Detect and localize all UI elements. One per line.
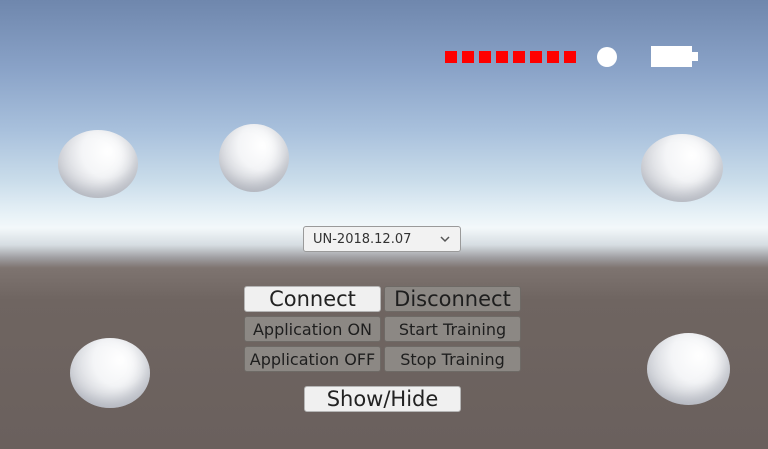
- chevron-down-icon: [440, 236, 450, 243]
- signal-bar: [564, 51, 576, 63]
- signal-bar: [530, 51, 542, 63]
- signal-bar: [547, 51, 559, 63]
- battery-body: [651, 46, 692, 67]
- signal-bar: [513, 51, 525, 63]
- 3d-scene-viewport: UN-2018.12.07 Connect Disconnect Applica…: [0, 0, 768, 449]
- battery-tip: [692, 52, 698, 61]
- status-dot-icon: [597, 47, 617, 67]
- application-on-button[interactable]: Application ON: [244, 316, 381, 342]
- disconnect-button[interactable]: Disconnect: [384, 286, 521, 312]
- stop-training-button[interactable]: Stop Training: [384, 346, 521, 372]
- signal-bar: [496, 51, 508, 63]
- sphere-top-right: [641, 134, 723, 202]
- sphere-top-left: [58, 130, 138, 198]
- device-dropdown[interactable]: UN-2018.12.07: [303, 226, 461, 252]
- sphere-top-mid-left: [219, 124, 289, 192]
- sphere-bottom-right: [647, 333, 730, 405]
- signal-bar: [479, 51, 491, 63]
- start-training-button[interactable]: Start Training: [384, 316, 521, 342]
- connect-button[interactable]: Connect: [244, 286, 381, 312]
- sphere-bottom-left: [70, 338, 150, 408]
- application-off-button[interactable]: Application OFF: [244, 346, 381, 372]
- signal-bar: [445, 51, 457, 63]
- signal-bar: [462, 51, 474, 63]
- device-dropdown-value: UN-2018.12.07: [313, 231, 412, 247]
- show-hide-button[interactable]: Show/Hide: [304, 386, 461, 412]
